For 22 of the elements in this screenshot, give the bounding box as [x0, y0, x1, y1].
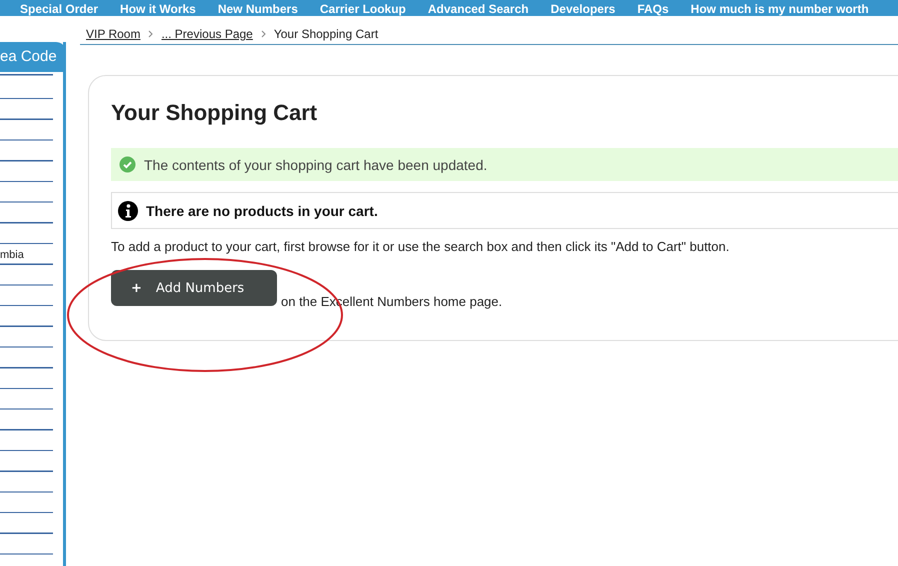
nav-link[interactable]: How much is my number worth	[690, 2, 869, 16]
chevron-icon	[260, 30, 266, 38]
nav-link[interactable]: Advanced Search	[428, 2, 529, 16]
chevron-icon	[148, 30, 154, 38]
nav-link[interactable]: FAQs	[637, 2, 669, 16]
add-numbers-button[interactable]: + Add Numbers	[111, 270, 277, 306]
nav-link[interactable]: Developers	[550, 2, 616, 16]
nav-link[interactable]: New Numbers	[218, 2, 298, 16]
nav-link[interactable]: Carrier Lookup	[320, 2, 406, 16]
nav-link[interactable]: How it Works	[120, 2, 196, 16]
breadcrumb-current-page: Your Shopping Cart	[274, 27, 378, 41]
success-text: The contents of your shopping cart have been updated.	[144, 156, 488, 172]
breadcrumb-link[interactable]: VIP Room	[86, 27, 140, 41]
sidebar-heading: ea Code	[0, 42, 66, 72]
instructions-text: To add a product to your cart, first browse for it or use the search box and then click its "Add to Cart" button.	[111, 239, 730, 254]
breadcrumb-link[interactable]: ... Previous Page	[161, 27, 253, 41]
info-icon	[118, 200, 138, 220]
nav-link[interactable]: Special Order	[20, 2, 98, 16]
sidebar-link[interactable]: mbia	[0, 249, 53, 262]
check-circle-icon	[119, 156, 136, 173]
info-text: There are no products in your cart.	[146, 202, 378, 218]
page-title: Your Shopping Cart	[111, 100, 318, 126]
